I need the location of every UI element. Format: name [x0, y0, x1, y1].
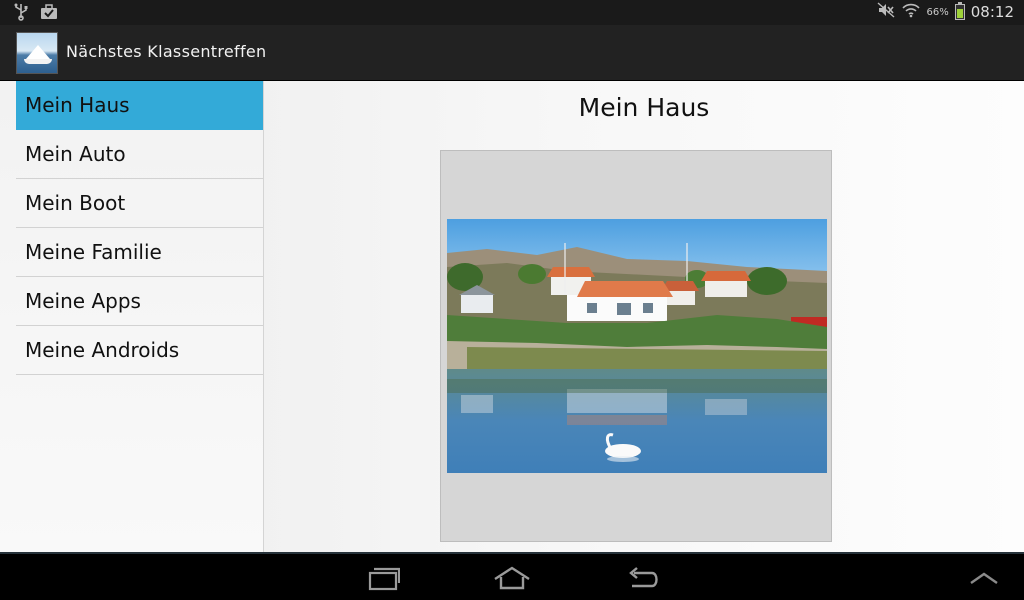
list-item-meine-androids[interactable]: Meine Androids	[16, 326, 263, 375]
list-item-mein-auto[interactable]: Mein Auto	[16, 130, 263, 179]
action-bar: Nächstes Klassentreffen	[0, 25, 1024, 81]
recent-apps-icon[interactable]	[360, 562, 404, 594]
list-item-mein-boot[interactable]: Mein Boot	[16, 179, 263, 228]
list-item-mein-haus[interactable]: Mein Haus	[16, 81, 263, 130]
battery-percentage: 66%	[926, 6, 949, 18]
wifi-icon	[901, 2, 921, 22]
usb-icon	[14, 3, 28, 25]
mute-icon	[877, 2, 895, 22]
navigation-bar	[0, 552, 1024, 600]
home-icon[interactable]	[490, 562, 534, 594]
battery-icon	[954, 2, 965, 20]
status-bar: 66% 08:12	[0, 0, 1024, 25]
app-title: Nächstes Klassentreffen	[66, 42, 267, 61]
up-chevron-icon[interactable]	[962, 562, 1006, 594]
house-by-lake-photo	[447, 219, 827, 473]
list-item-meine-familie[interactable]: Meine Familie	[16, 228, 263, 277]
list-item-meine-apps[interactable]: Meine Apps	[16, 277, 263, 326]
main-content: Mein Haus Mein Auto Mein Boot Meine Fami…	[0, 81, 1024, 552]
topic-list: Mein Haus Mein Auto Mein Boot Meine Fami…	[16, 81, 263, 375]
clock: 08:12	[970, 3, 1014, 21]
sailboat-app-icon[interactable]	[16, 32, 58, 74]
sidebar: Mein Haus Mein Auto Mein Boot Meine Fami…	[0, 81, 264, 552]
photo-frame	[440, 150, 832, 542]
back-icon[interactable]	[620, 562, 664, 594]
detail-title: Mein Haus	[578, 93, 710, 122]
briefcase-icon	[40, 4, 58, 24]
